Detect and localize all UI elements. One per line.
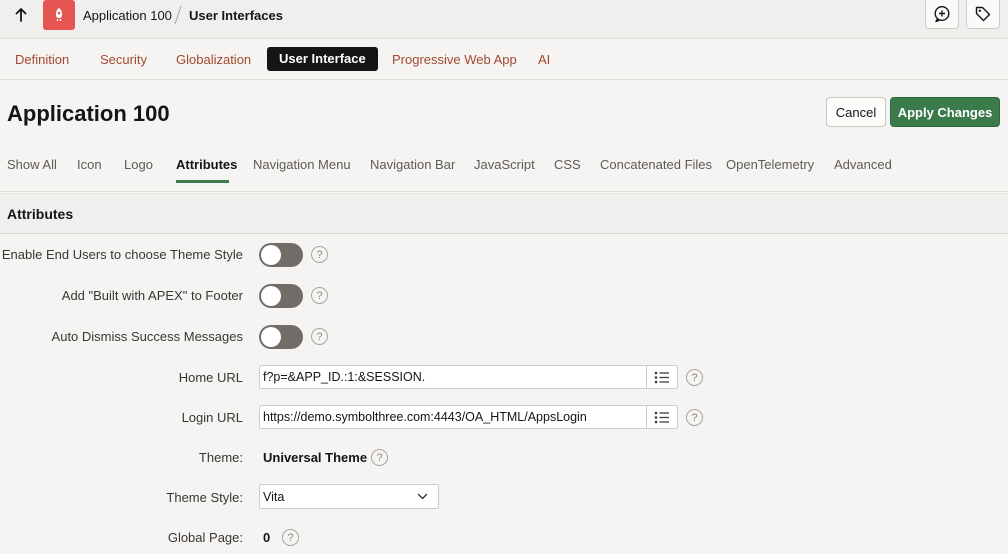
tab-progressive-web-app[interactable]: Progressive Web App [392,52,517,67]
toggle-knob [261,286,281,306]
theme-style-label: Theme Style: [166,490,243,505]
app-rocket-icon [43,0,75,30]
help-icon[interactable]: ? [371,449,388,466]
theme-value: Universal Theme [263,450,368,465]
help-icon[interactable]: ? [686,409,703,426]
tab-user-interface[interactable]: User Interface [267,47,378,71]
toggle-knob [261,327,281,347]
apply-changes-button[interactable]: Apply Changes [890,97,1000,127]
subtab-logo[interactable]: Logo [124,157,153,172]
chevron-down-icon [417,493,428,500]
enable-theme-style-toggle[interactable] [259,243,303,267]
primary-tabs: Definition Security Globalization User I… [0,39,1008,80]
subtab-show-all[interactable]: Show All [7,157,57,172]
subtab-javascript[interactable]: JavaScript [474,157,535,172]
help-icon[interactable]: ? [311,287,328,304]
subtab-concatenated-files[interactable]: Concatenated Files [600,157,712,172]
breadcrumb-application[interactable]: Application 100 [83,8,172,23]
attributes-form: Enable End Users to choose Theme Style ?… [0,234,1008,554]
subtab-icon[interactable]: Icon [77,157,102,172]
list-icon[interactable] [646,405,678,429]
tab-globalization[interactable]: Globalization [176,52,251,67]
help-icon[interactable]: ? [282,529,299,546]
top-bar: Application 100 User Interfaces [0,0,1008,39]
arrow-up-icon[interactable] [8,5,34,25]
auto-dismiss-toggle[interactable] [259,325,303,349]
built-with-apex-toggle[interactable] [259,284,303,308]
auto-dismiss-label: Auto Dismiss Success Messages [51,329,243,344]
enable-theme-style-label: Enable End Users to choose Theme Style [1,247,243,262]
global-page-label: Global Page: [167,530,243,545]
breadcrumb-separator [174,5,182,25]
active-subtab-indicator [176,180,229,183]
subtab-attributes[interactable]: Attributes [176,157,237,172]
toggle-knob [261,245,281,265]
login-url-input[interactable] [259,405,647,429]
global-page-value: 0 [263,530,271,545]
home-url-input[interactable] [259,365,647,389]
subtab-opentelemetry[interactable]: OpenTelemetry [726,157,814,172]
theme-style-select[interactable]: Vita [259,484,439,509]
help-icon[interactable]: ? [311,328,328,345]
breadcrumb-current: User Interfaces [189,8,283,23]
tab-ai[interactable]: AI [538,52,550,67]
page-title: Application 100 [7,101,170,126]
tab-security[interactable]: Security [100,52,147,67]
built-with-apex-label: Add "Built with APEX" to Footer [61,288,243,303]
home-url-label: Home URL [178,370,243,385]
login-url-label: Login URL [181,410,243,425]
help-icon[interactable]: ? [311,246,328,263]
region-title: Attributes [7,206,74,222]
theme-label: Theme: [198,450,243,465]
subtab-advanced[interactable]: Advanced [834,157,892,172]
tab-definition[interactable]: Definition [15,52,69,67]
page-header: Application 100 Cancel Apply Changes Sho… [0,80,1008,192]
list-icon[interactable] [646,365,678,389]
help-icon[interactable]: ? [686,369,703,386]
cancel-button[interactable]: Cancel [826,97,886,127]
add-comment-icon[interactable] [925,0,959,29]
region-header: Attributes [0,193,1008,234]
subtab-css[interactable]: CSS [554,157,581,172]
subtab-navigation-bar[interactable]: Navigation Bar [370,157,455,172]
theme-style-selected: Vita [263,490,285,504]
subtab-navigation-menu[interactable]: Navigation Menu [253,157,351,172]
tag-icon[interactable] [966,0,1000,29]
